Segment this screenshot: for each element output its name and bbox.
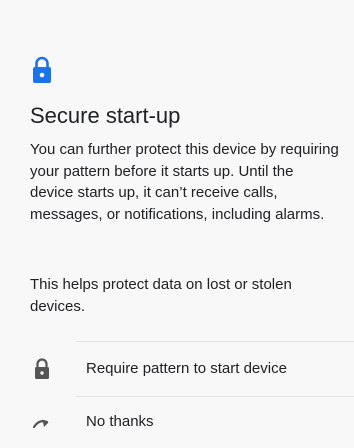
page-title: Secure start-up [30, 103, 181, 128]
require-pattern-option[interactable]: Require pattern to start device [0, 350, 354, 390]
lock-icon [35, 358, 49, 379]
secure-startup-screen: Secure start-up You can further protect … [0, 0, 354, 448]
divider [76, 396, 354, 397]
no-thanks-option[interactable]: No thanks [0, 403, 354, 443]
option-label: No thanks [86, 413, 154, 430]
description-paragraph: This helps protect data on lost or stole… [30, 276, 292, 315]
divider [76, 341, 354, 342]
option-label: Require pattern to start device [86, 360, 287, 377]
description-paragraph: You can further protect this device by r… [30, 141, 339, 223]
skip-arrow-icon [32, 419, 49, 429]
lock-icon [33, 56, 51, 83]
